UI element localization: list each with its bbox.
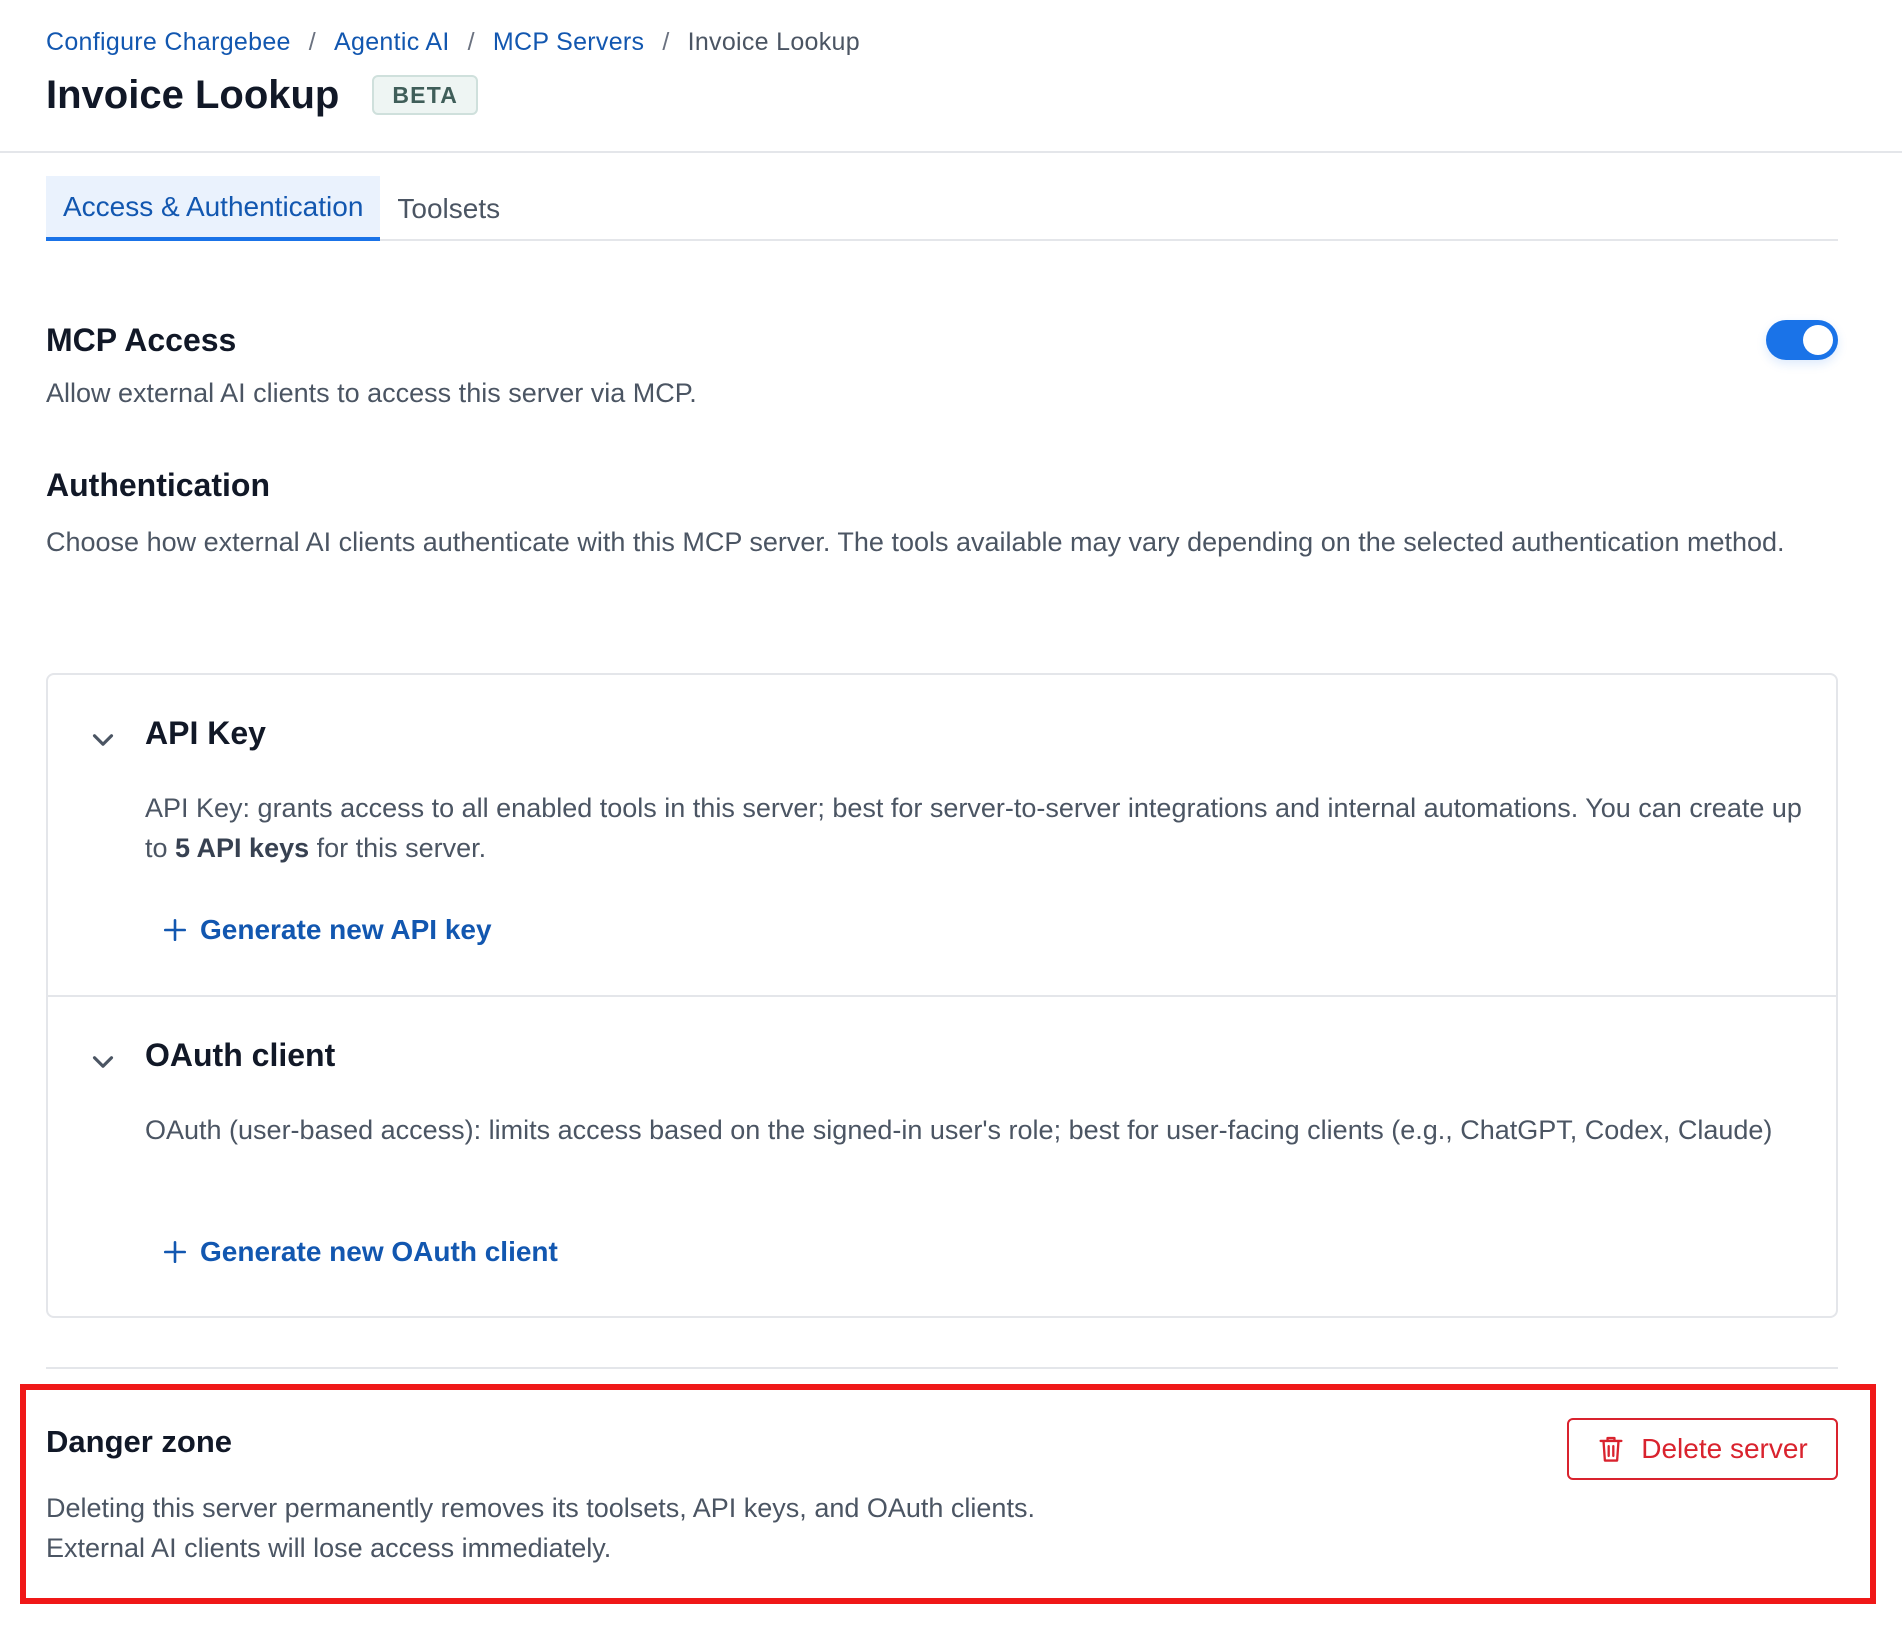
delete-server-label: Delete server [1641,1433,1808,1464]
breadcrumb-separator: / [308,27,317,56]
authentication-section: Authentication Choose how external AI cl… [46,467,1838,562]
breadcrumb-configure-chargebee[interactable]: Configure Chargebee [46,28,291,57]
mcp-access-toggle[interactable] [1766,320,1838,360]
danger-zone-line-2: External AI clients will lose access imm… [46,1533,612,1563]
mcp-access-title: MCP Access [46,322,237,358]
oauth-client-description: OAuth (user-based access): limits access… [145,1115,1773,1145]
page-title: Invoice Lookup [46,72,340,117]
oauth-client-title: OAuth client [145,1037,336,1073]
api-key-desc-suffix: for this server. [309,833,487,863]
generate-oauth-client-label: Generate new OAuth client [200,1236,558,1267]
breadcrumb-agentic-ai[interactable]: Agentic AI [334,28,450,57]
delete-server-button[interactable]: Delete server [1567,1418,1838,1480]
tab-bar: Access & Authentication Toolsets [46,176,1838,241]
breadcrumb-mcp-servers[interactable]: MCP Servers [493,28,644,57]
danger-zone-title: Danger zone [46,1424,233,1459]
plus-icon [163,1240,187,1264]
mcp-access-section: MCP Access Allow external AI clients to … [46,322,697,413]
authentication-description: Choose how external AI clients authentic… [46,527,1785,557]
danger-zone-section: Danger zone Deleting this server permane… [46,1424,1035,1568]
beta-badge: BETA [372,75,479,115]
oauth-client-panel: OAuth client OAuth (user-based access): … [48,997,1836,1318]
breadcrumb-current: Invoice Lookup [687,27,860,56]
generate-api-key-label: Generate new API key [200,914,492,945]
toggle-knob [1803,325,1833,355]
mcp-access-description: Allow external AI clients to access this… [46,378,697,408]
chevron-down-icon[interactable] [86,1045,120,1079]
title-row: Invoice Lookup BETA [46,70,479,120]
tab-toolsets[interactable]: Toolsets [380,176,517,241]
section-divider [46,1367,1838,1369]
plus-icon [163,918,187,942]
danger-zone-line-1: Deleting this server permanently removes… [46,1493,1035,1523]
api-key-panel: API Key API Key: grants access to all en… [48,675,1836,997]
auth-methods-card: API Key API Key: grants access to all en… [46,673,1838,1318]
api-key-description: API Key: grants access to all enabled to… [145,788,1815,868]
chevron-down-icon[interactable] [86,723,120,757]
generate-api-key-button[interactable]: Generate new API key [162,910,492,950]
api-key-limit: 5 API keys [175,833,310,863]
tab-access-authentication[interactable]: Access & Authentication [46,176,381,241]
api-key-title: API Key [145,715,266,751]
trash-icon [1599,1436,1623,1462]
breadcrumb-separator: / [662,27,670,56]
breadcrumb-separator: / [467,27,475,56]
authentication-title: Authentication [46,467,270,503]
generate-oauth-client-button[interactable]: Generate new OAuth client [162,1232,558,1272]
breadcrumb: Configure Chargebee / Agentic AI / MCP S… [46,24,860,60]
page-header: Configure Chargebee / Agentic AI / MCP S… [0,0,1902,153]
